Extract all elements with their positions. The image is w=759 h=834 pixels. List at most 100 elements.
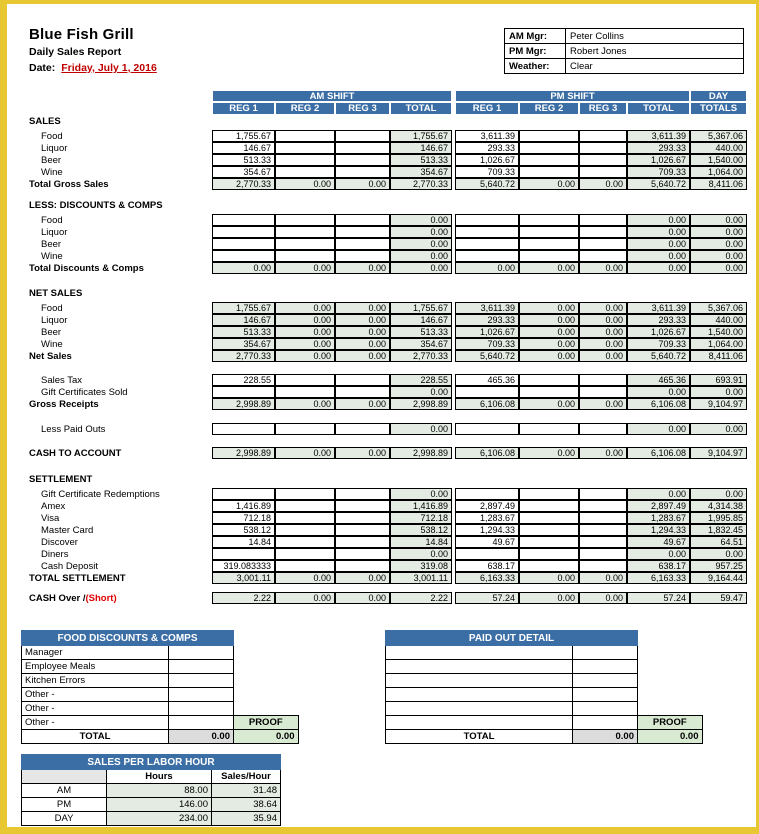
grid-cell[interactable] [519, 130, 579, 142]
row-value[interactable] [168, 701, 234, 716]
grid-cell[interactable] [579, 226, 627, 238]
grid-cell[interactable]: 1,064.00 [690, 338, 747, 350]
grid-cell[interactable]: 0.00 [275, 592, 335, 604]
grid-cell[interactable]: 8,411.06 [690, 350, 747, 362]
grid-cell[interactable] [519, 488, 579, 500]
grid-cell[interactable]: 57.24 [627, 592, 690, 604]
grid-cell[interactable] [519, 548, 579, 560]
grid-cell[interactable]: 0.00 [335, 326, 390, 338]
grid-cell[interactable]: 5,640.72 [627, 178, 690, 190]
grid-cell[interactable] [212, 238, 275, 250]
grid-cell[interactable]: 0.00 [579, 314, 627, 326]
grid-cell[interactable] [519, 500, 579, 512]
grid-cell[interactable] [335, 488, 390, 500]
grid-cell[interactable]: 6,163.33 [627, 572, 690, 584]
grid-cell[interactable]: 0.00 [390, 423, 452, 435]
grid-cell[interactable]: 0.00 [690, 226, 747, 238]
grid-cell[interactable]: 1,026.67 [455, 154, 519, 166]
grid-cell[interactable] [335, 524, 390, 536]
grid-cell[interactable]: 2,897.49 [455, 500, 519, 512]
grid-cell[interactable]: 0.00 [335, 572, 390, 584]
grid-cell[interactable]: 0.00 [335, 447, 390, 459]
row-value[interactable] [168, 645, 234, 660]
grid-cell[interactable]: 2,770.33 [212, 350, 275, 362]
grid-cell[interactable]: 146.67 [212, 314, 275, 326]
grid-cell[interactable]: 0.00 [390, 488, 452, 500]
grid-cell[interactable] [275, 238, 335, 250]
grid-cell[interactable]: 2,897.49 [627, 500, 690, 512]
grid-cell[interactable]: 1,026.67 [627, 154, 690, 166]
grid-cell[interactable]: 0.00 [390, 238, 452, 250]
row-value[interactable] [572, 687, 638, 702]
grid-cell[interactable] [519, 166, 579, 178]
grid-cell[interactable]: 2,998.89 [212, 447, 275, 459]
grid-cell[interactable]: 1,416.89 [390, 500, 452, 512]
weather-value[interactable]: Clear [565, 58, 744, 74]
grid-cell[interactable] [212, 488, 275, 500]
grid-cell[interactable]: 0.00 [275, 338, 335, 350]
grid-cell[interactable]: 1,294.33 [455, 524, 519, 536]
grid-cell[interactable] [335, 512, 390, 524]
grid-cell[interactable]: 49.67 [455, 536, 519, 548]
grid-cell[interactable]: 3,611.39 [627, 130, 690, 142]
grid-cell[interactable] [519, 214, 579, 226]
grid-cell[interactable] [335, 560, 390, 572]
grid-cell[interactable] [519, 386, 579, 398]
grid-cell[interactable] [455, 488, 519, 500]
grid-cell[interactable] [275, 142, 335, 154]
grid-cell[interactable]: 0.00 [275, 326, 335, 338]
grid-cell[interactable] [212, 423, 275, 435]
grid-cell[interactable] [275, 214, 335, 226]
grid-cell[interactable] [335, 386, 390, 398]
grid-cell[interactable]: 3,611.39 [627, 302, 690, 314]
pm-mgr-value[interactable]: Robert Jones [565, 43, 744, 59]
grid-cell[interactable]: 0.00 [627, 488, 690, 500]
grid-cell[interactable]: 354.67 [212, 166, 275, 178]
grid-cell[interactable] [519, 154, 579, 166]
grid-cell[interactable] [579, 548, 627, 560]
grid-cell[interactable]: 0.00 [627, 548, 690, 560]
grid-cell[interactable]: 0.00 [519, 350, 579, 362]
grid-cell[interactable]: 146.67 [390, 314, 452, 326]
grid-cell[interactable]: 14.84 [390, 536, 452, 548]
grid-cell[interactable]: 712.18 [212, 512, 275, 524]
grid-cell[interactable]: 0.00 [335, 338, 390, 350]
grid-cell[interactable] [212, 250, 275, 262]
grid-cell[interactable] [579, 238, 627, 250]
grid-cell[interactable]: 1,416.89 [212, 500, 275, 512]
grid-cell[interactable]: 0.00 [335, 314, 390, 326]
grid-cell[interactable]: 2,770.33 [390, 350, 452, 362]
row-value[interactable] [572, 715, 638, 730]
grid-cell[interactable]: 0.00 [275, 447, 335, 459]
grid-cell[interactable] [579, 130, 627, 142]
grid-cell[interactable]: 3,611.39 [455, 130, 519, 142]
grid-cell[interactable]: 6,163.33 [455, 572, 519, 584]
grid-cell[interactable]: 293.33 [455, 142, 519, 154]
grid-cell[interactable]: 2,770.33 [390, 178, 452, 190]
grid-cell[interactable] [275, 524, 335, 536]
grid-cell[interactable] [335, 142, 390, 154]
grid-cell[interactable]: 2,770.33 [212, 178, 275, 190]
grid-cell[interactable]: 709.33 [455, 166, 519, 178]
grid-cell[interactable] [275, 500, 335, 512]
grid-cell[interactable]: 293.33 [627, 142, 690, 154]
grid-cell[interactable]: 1,755.67 [212, 130, 275, 142]
grid-cell[interactable]: 440.00 [690, 314, 747, 326]
grid-cell[interactable]: 293.33 [455, 314, 519, 326]
grid-cell[interactable]: 3,001.11 [212, 572, 275, 584]
grid-cell[interactable]: 0.00 [519, 314, 579, 326]
grid-cell[interactable]: 2,998.89 [390, 398, 452, 410]
grid-cell[interactable]: 0.00 [579, 326, 627, 338]
grid-cell[interactable]: 57.24 [455, 592, 519, 604]
grid-cell[interactable]: 0.00 [579, 178, 627, 190]
grid-cell[interactable] [212, 226, 275, 238]
grid-cell[interactable]: 0.00 [335, 350, 390, 362]
grid-cell[interactable] [519, 238, 579, 250]
grid-cell[interactable]: 0.00 [579, 302, 627, 314]
grid-cell[interactable]: 0.00 [275, 178, 335, 190]
grid-cell[interactable]: 709.33 [455, 338, 519, 350]
grid-cell[interactable] [579, 154, 627, 166]
grid-cell[interactable]: 0.00 [519, 572, 579, 584]
grid-cell[interactable]: 9,104.97 [690, 398, 747, 410]
grid-cell[interactable]: 693.91 [690, 374, 747, 386]
